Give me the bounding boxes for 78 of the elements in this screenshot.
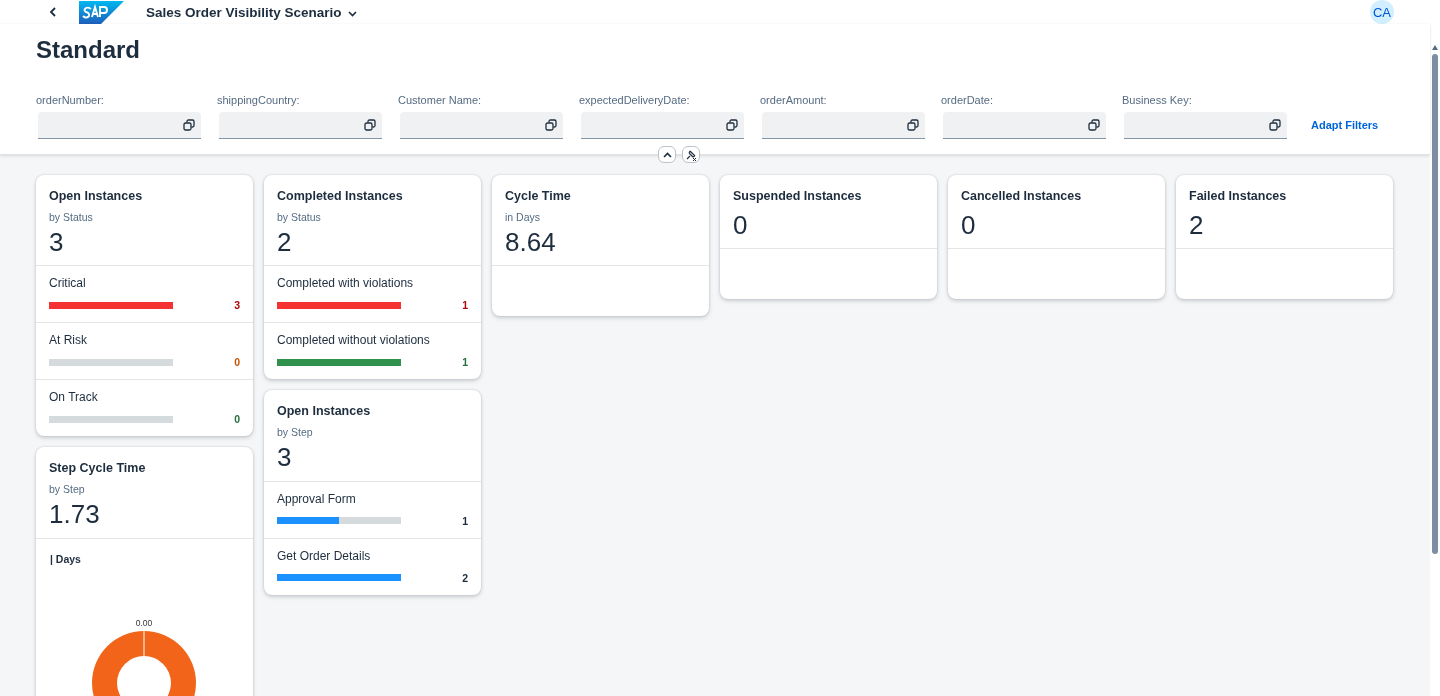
kpi-card[interactable]: Failed Instances 2 [1176,175,1393,300]
filter-input-field[interactable] [400,112,563,139]
filter-input-field[interactable] [943,112,1106,139]
pin-button[interactable] [682,146,700,163]
logo-icon[interactable] [79,0,124,24]
count-value: 2 [462,571,468,584]
filter-input-field[interactable] [1124,112,1287,139]
kpi-value: 8.64 [505,229,556,257]
filter-input-field[interactable] [38,112,201,139]
card-title: Completed Instances [277,189,403,203]
adapt-filters-link[interactable]: Adapt Filters [1311,119,1379,139]
card-title: Open Instances [49,189,143,203]
value-help-icon[interactable] [364,119,376,131]
data-label: 0.00 [135,617,153,628]
kpi-card[interactable]: Completed Instances by Status 2 Completed with violations 1 Completed without violations 1 [264,175,481,380]
count-value: 0 [234,356,240,369]
card-subtitle: by Step [277,426,313,439]
filter-label: orderAmount: [760,94,828,106]
status-label: Completed without violations [277,333,430,348]
kpi-value: 3 [277,444,292,472]
chevron-down-icon [347,10,357,17]
filter-label: Business Key: [1122,94,1193,106]
value-help-icon[interactable] [1088,119,1100,131]
kpi-card[interactable]: Cycle Time in Days 8.64 [492,175,709,317]
card-subtitle: by Status [277,211,321,223]
filter-label: expectedDeliveryDate: [579,94,691,106]
filter-input-field[interactable] [581,112,744,139]
count-value: 0 [234,413,240,426]
filter-input-field[interactable] [219,112,382,139]
chart-legend-title: | Days [50,552,81,565]
count-value: 3 [234,299,240,312]
filter-label: shippingCountry: [217,94,301,106]
value-help-icon[interactable] [545,119,557,131]
filter-input-field[interactable] [762,112,925,139]
status-label: Critical [49,276,86,291]
back-icon [49,7,57,17]
user-avatar[interactable]: CA [1370,0,1394,24]
filter-label: orderNumber: [36,94,105,106]
kpi-value: 0 [961,212,976,240]
status-label: Approval Form [277,491,356,506]
value-help-icon[interactable] [726,119,738,131]
count-value: 1 [462,514,468,527]
card-title: Open Instances [277,404,371,419]
filter-label: orderDate: [941,94,994,106]
kpi-value: 1.73 [49,501,100,529]
card-subtitle: in Days [505,211,540,223]
status-label: At Risk [49,333,87,348]
chevron-up-icon [662,151,672,158]
kpi-card[interactable]: Open Instances by Step 3 Approval Form 1 Get Order Details 2 [264,390,481,595]
kpi-value: 2 [277,229,292,257]
kpi-card[interactable]: Open Instances by Status 3 Critical 3 At Risk 0 On Track 0 [36,175,253,437]
card-title: Cancelled Instances [961,189,1082,203]
kpi-value: 3 [49,229,64,257]
count-value: 1 [462,356,468,369]
card-subtitle: by Status [49,211,93,223]
kpi-card[interactable]: Suspended Instances 0 [720,175,937,300]
collapse-header-button[interactable] [658,146,676,163]
card-subtitle: by Step [49,483,85,496]
value-help-icon[interactable] [1269,119,1281,131]
card-title: Failed Instances [1189,189,1287,203]
status-label: Get Order Details [277,548,371,563]
kpi-card[interactable]: Cancelled Instances 0 [948,175,1165,300]
scroll-up-icon[interactable] [1431,44,1439,50]
status-label: Completed with violations [277,276,414,291]
count-value: 1 [462,299,468,312]
app-title-menu[interactable]: Sales Order Visibility Scenario [146,4,357,20]
kpi-value: 2 [1189,212,1204,240]
card-title: Suspended Instances [733,189,862,203]
value-help-icon[interactable] [907,119,919,131]
card-title: Step Cycle Time [49,461,146,476]
card-title: Cycle Time [505,189,571,203]
value-help-icon[interactable] [183,119,195,131]
kpi-value: 0 [733,212,748,240]
status-label: On Track [49,390,98,405]
page-title: Standard [36,36,140,64]
filter-label: Customer Name: [398,94,483,106]
scrollbar[interactable] [1430,0,1440,696]
kpi-card[interactable]: Step Cycle Time by Step 1.73 | Days 0.00 [36,447,253,696]
